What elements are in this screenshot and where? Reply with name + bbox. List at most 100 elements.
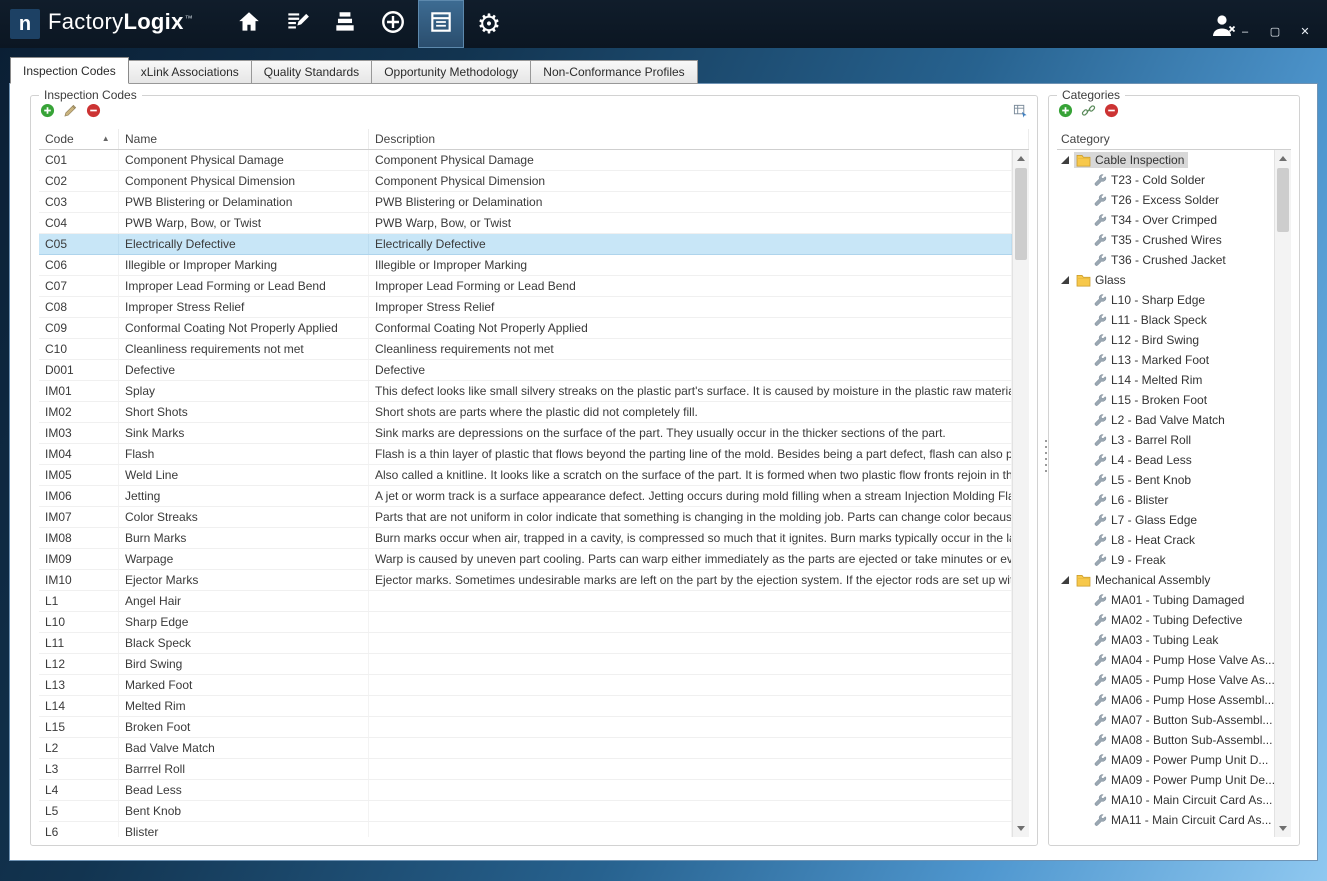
column-header-code[interactable]: Code ▲ xyxy=(39,129,119,149)
remove-category-button[interactable] xyxy=(1103,105,1120,122)
tree-folder[interactable]: Mechanical Assembly xyxy=(1057,570,1274,590)
tree-leaf[interactable]: MA02 - Tubing Defective xyxy=(1057,610,1274,630)
home-nav-button[interactable] xyxy=(226,0,272,48)
add-code-button[interactable] xyxy=(39,105,56,122)
tree-leaf[interactable]: T23 - Cold Solder xyxy=(1057,170,1274,190)
table-row[interactable]: L1Angel Hair xyxy=(39,591,1012,612)
table-row[interactable]: L3Barrrel Roll xyxy=(39,759,1012,780)
tree-leaf[interactable]: L11 - Black Speck xyxy=(1057,310,1274,330)
tree-leaf[interactable]: L3 - Barrel Roll xyxy=(1057,430,1274,450)
tree-leaf[interactable]: MA09 - Power Pump Unit De... xyxy=(1057,770,1274,790)
tree-folder[interactable]: Cable Inspection xyxy=(1057,150,1274,170)
tree-leaf[interactable]: MA03 - Tubing Leak xyxy=(1057,630,1274,650)
tree-leaf[interactable]: MA11 - Main Circuit Card As... xyxy=(1057,810,1274,830)
definitions-nav-button[interactable] xyxy=(274,0,320,48)
table-row[interactable]: IM01SplayThis defect looks like small si… xyxy=(39,381,1012,402)
table-row[interactable]: L14Melted Rim xyxy=(39,696,1012,717)
tab-quality-standards[interactable]: Quality Standards xyxy=(252,60,372,84)
table-row[interactable]: IM02Short ShotsShort shots are parts whe… xyxy=(39,402,1012,423)
table-row[interactable]: L5Bent Knob xyxy=(39,801,1012,822)
table-row[interactable]: IM08Burn MarksBurn marks occur when air,… xyxy=(39,528,1012,549)
tree-leaf[interactable]: T36 - Crushed Jacket xyxy=(1057,250,1274,270)
scroll-up-arrow-icon[interactable] xyxy=(1275,150,1291,167)
tree-leaf[interactable]: T35 - Crushed Wires xyxy=(1057,230,1274,250)
tree-leaf[interactable]: MA01 - Tubing Damaged xyxy=(1057,590,1274,610)
table-row[interactable]: IM03Sink MarksSink marks are depressions… xyxy=(39,423,1012,444)
column-header-description[interactable]: Description xyxy=(369,129,1029,149)
tree-leaf[interactable]: MA05 - Pump Hose Valve As... xyxy=(1057,670,1274,690)
table-scrollbar[interactable] xyxy=(1012,150,1029,837)
table-row[interactable]: D001DefectiveDefective xyxy=(39,360,1012,381)
table-row[interactable]: C05Electrically DefectiveElectrically De… xyxy=(39,234,1012,255)
tree-leaf[interactable]: L15 - Broken Foot xyxy=(1057,390,1274,410)
settings-nav-button[interactable]: ⚙ xyxy=(466,0,512,48)
table-row[interactable]: C10Cleanliness requirements not metClean… xyxy=(39,339,1012,360)
tree-leaf[interactable]: MA07 - Button Sub-Assembl... xyxy=(1057,710,1274,730)
tree-leaf[interactable]: MA09 - Power Pump Unit D... xyxy=(1057,750,1274,770)
maximize-button[interactable]: ▢ xyxy=(1269,27,1281,38)
tree-leaf[interactable]: T26 - Excess Solder xyxy=(1057,190,1274,210)
table-row[interactable]: C02Component Physical DimensionComponent… xyxy=(39,171,1012,192)
tab-opportunity-methodology[interactable]: Opportunity Methodology xyxy=(372,60,531,84)
materials-nav-button[interactable] xyxy=(322,0,368,48)
add-category-button[interactable] xyxy=(1057,105,1074,122)
tree-expander-icon[interactable] xyxy=(1060,275,1070,285)
tree-leaf[interactable]: L8 - Heat Crack xyxy=(1057,530,1274,550)
table-row[interactable]: L4Bead Less xyxy=(39,780,1012,801)
scroll-down-arrow-icon[interactable] xyxy=(1013,820,1029,837)
tree-leaf[interactable]: L14 - Melted Rim xyxy=(1057,370,1274,390)
table-row[interactable]: IM05Weld LineAlso called a knitline. It … xyxy=(39,465,1012,486)
table-row[interactable]: IM10Ejector MarksEjector marks. Sometime… xyxy=(39,570,1012,591)
logout-user-button[interactable] xyxy=(1209,12,1239,38)
tree-leaf[interactable]: MA04 - Pump Hose Valve As... xyxy=(1057,650,1274,670)
link-category-button[interactable] xyxy=(1080,105,1097,122)
tree-scrollbar[interactable] xyxy=(1274,150,1291,837)
tree-leaf[interactable]: L9 - Freak xyxy=(1057,550,1274,570)
table-row[interactable]: C04PWB Warp, Bow, or TwistPWB Warp, Bow,… xyxy=(39,213,1012,234)
scroll-up-arrow-icon[interactable] xyxy=(1013,150,1029,167)
tab-non-conformance-profiles[interactable]: Non-Conformance Profiles xyxy=(531,60,697,84)
table-row[interactable]: C07Improper Lead Forming or Lead BendImp… xyxy=(39,276,1012,297)
table-row[interactable]: IM04FlashFlash is a thin layer of plasti… xyxy=(39,444,1012,465)
tree-folder[interactable]: Glass xyxy=(1057,270,1274,290)
scrollbar-thumb[interactable] xyxy=(1277,168,1289,232)
production-nav-button[interactable] xyxy=(370,0,416,48)
tree-expander-icon[interactable] xyxy=(1060,155,1070,165)
table-row[interactable]: L2Bad Valve Match xyxy=(39,738,1012,759)
scroll-down-arrow-icon[interactable] xyxy=(1275,820,1291,837)
tree-leaf[interactable]: L13 - Marked Foot xyxy=(1057,350,1274,370)
tree-expander-icon[interactable] xyxy=(1060,575,1070,585)
close-button[interactable]: ✕ xyxy=(1299,27,1311,38)
tree-leaf[interactable]: L10 - Sharp Edge xyxy=(1057,290,1274,310)
column-header-name[interactable]: Name xyxy=(119,129,369,149)
table-row[interactable]: C03PWB Blistering or DelaminationPWB Bli… xyxy=(39,192,1012,213)
table-row[interactable]: C09Conformal Coating Not Properly Applie… xyxy=(39,318,1012,339)
tree-leaf[interactable]: L4 - Bead Less xyxy=(1057,450,1274,470)
table-row[interactable]: IM07Color StreaksParts that are not unif… xyxy=(39,507,1012,528)
tree-leaf[interactable]: L6 - Blister xyxy=(1057,490,1274,510)
tree-leaf[interactable]: T34 - Over Crimped xyxy=(1057,210,1274,230)
table-row[interactable]: C01Component Physical DamageComponent Ph… xyxy=(39,150,1012,171)
category-column-header[interactable]: Category xyxy=(1057,129,1291,150)
table-row[interactable]: C06Illegible or Improper MarkingIllegibl… xyxy=(39,255,1012,276)
tree-leaf[interactable]: L2 - Bad Valve Match xyxy=(1057,410,1274,430)
tree-leaf[interactable]: L5 - Bent Knob xyxy=(1057,470,1274,490)
table-row[interactable]: L15Broken Foot xyxy=(39,717,1012,738)
tree-leaf[interactable]: L12 - Bird Swing xyxy=(1057,330,1274,350)
scrollbar-thumb[interactable] xyxy=(1015,168,1027,260)
quality-nav-button-active[interactable] xyxy=(418,0,464,48)
tree-leaf[interactable]: L7 - Glass Edge xyxy=(1057,510,1274,530)
table-row[interactable]: L11Black Speck xyxy=(39,633,1012,654)
tree-leaf[interactable]: MA06 - Pump Hose Assembl... xyxy=(1057,690,1274,710)
edit-code-button[interactable] xyxy=(62,105,79,122)
tree-leaf[interactable]: MA10 - Main Circuit Card As... xyxy=(1057,790,1274,810)
table-row[interactable]: L10Sharp Edge xyxy=(39,612,1012,633)
tab-xlink-associations[interactable]: xLink Associations xyxy=(129,60,252,84)
table-row[interactable]: C08Improper Stress ReliefImproper Stress… xyxy=(39,297,1012,318)
minimize-button[interactable]: – xyxy=(1239,27,1251,38)
remove-code-button[interactable] xyxy=(85,105,102,122)
table-row[interactable]: IM06JettingA jet or worm track is a surf… xyxy=(39,486,1012,507)
table-row[interactable]: L6Blister xyxy=(39,822,1012,837)
table-row[interactable]: L12Bird Swing xyxy=(39,654,1012,675)
tree-leaf[interactable]: MA08 - Button Sub-Assembl... xyxy=(1057,730,1274,750)
